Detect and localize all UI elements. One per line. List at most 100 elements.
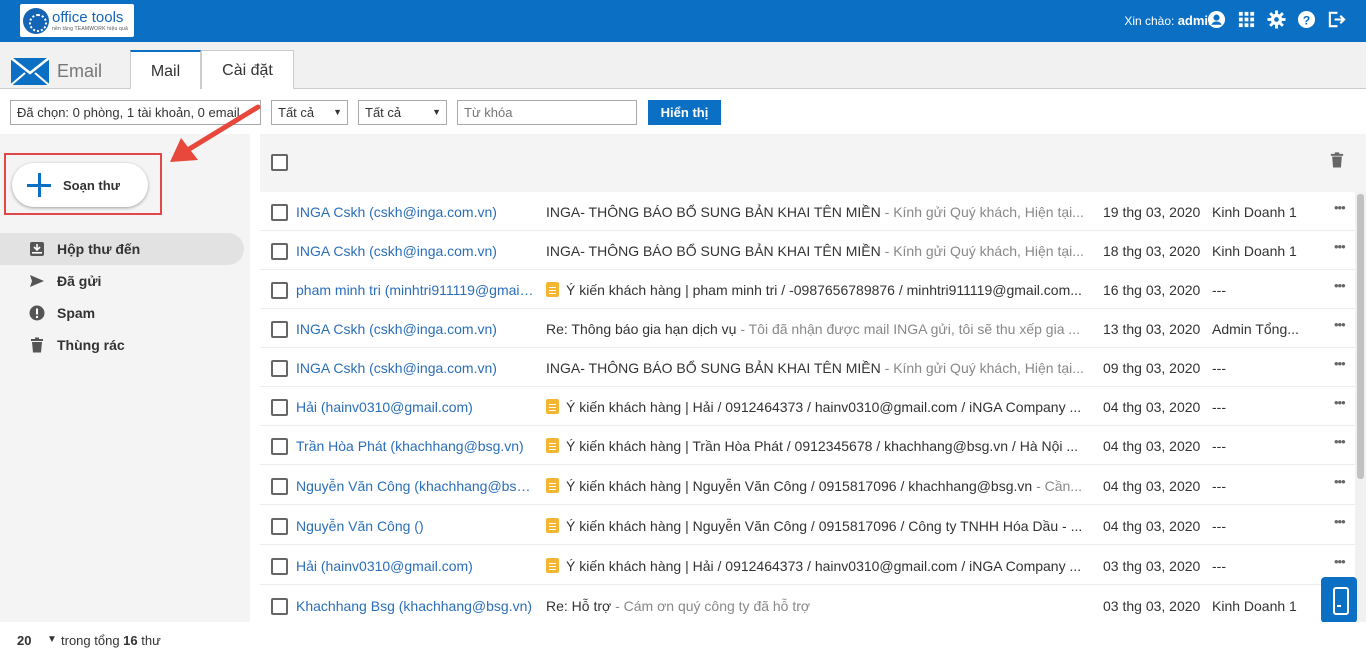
mail-subject[interactable]: Ý kiến khách hàng | Trần Hòa Phát / 0912…	[546, 438, 1084, 454]
row-checkbox[interactable]	[271, 360, 288, 377]
row-checkbox[interactable]	[271, 204, 288, 221]
row-checkbox[interactable]	[271, 321, 288, 338]
mail-subject[interactable]: Re: Thông báo gia hạn dịch vụ - Tôi đã n…	[546, 321, 1084, 337]
row-checkbox[interactable]	[271, 478, 288, 495]
mail-department: Kinh Doanh 1	[1212, 204, 1297, 220]
mail-date: 19 thg 03, 2020	[1103, 204, 1201, 220]
phone-icon[interactable]	[1321, 577, 1357, 623]
mail-subject[interactable]: INGA- THÔNG BÁO BỔ SUNG BẢN KHAI TÊN MIỀ…	[546, 243, 1084, 259]
spam-icon	[29, 305, 45, 321]
keyword-search-input[interactable]	[457, 100, 637, 125]
more-options-icon[interactable]: •••	[1334, 514, 1346, 529]
filter-select-1[interactable]: Tất cả	[271, 100, 348, 125]
mail-subject[interactable]: Ý kiến khách hàng | pham minh tri / -098…	[546, 282, 1084, 298]
sidebar-item-trash[interactable]: Thùng rác	[0, 329, 244, 361]
more-options-icon[interactable]: •••	[1334, 356, 1346, 371]
tab-mail[interactable]: Mail	[130, 50, 201, 90]
mail-sender[interactable]: Nguyễn Văn Công (khachhang@bsg.vn)	[296, 478, 536, 494]
more-options-icon[interactable]: •••	[1334, 474, 1346, 489]
mail-subject[interactable]: INGA- THÔNG BÁO BỔ SUNG BẢN KHAI TÊN MIỀ…	[546, 360, 1084, 376]
table-row[interactable]: Nguyễn Văn Công () Ý kiến khách hàng | Ng…	[260, 506, 1355, 545]
sidebar-item-sent[interactable]: Đã gửi	[0, 265, 244, 297]
table-row[interactable]: INGA Cskh (cskh@inga.com.vn) INGA- THÔNG …	[260, 231, 1355, 270]
gear-icon[interactable]	[1267, 10, 1286, 29]
mail-department: ---	[1212, 518, 1226, 534]
mail-sender[interactable]: INGA Cskh (cskh@inga.com.vn)	[296, 321, 536, 337]
row-checkbox[interactable]	[271, 558, 288, 575]
table-row[interactable]: Hải (hainv0310@gmail.com) Ý kiến khách hà…	[260, 387, 1355, 426]
table-row[interactable]: Nguyễn Văn Công (khachhang@bsg.vn) Ý kiến…	[260, 466, 1355, 505]
mail-sender[interactable]: Khachhang Bsg (khachhang@bsg.vn)	[296, 598, 536, 614]
row-checkbox[interactable]	[271, 243, 288, 260]
mail-list-scrollbar[interactable]	[1355, 192, 1366, 622]
show-button[interactable]: Hiển thị	[648, 100, 721, 125]
module-header: Email Mail Cài đặt	[0, 42, 1366, 90]
mail-subject[interactable]: Ý kiến khách hàng | Hải / 0912464373 / h…	[546, 399, 1084, 415]
more-options-icon[interactable]: •••	[1334, 239, 1346, 254]
mail-department: ---	[1212, 438, 1226, 454]
table-row[interactable]: pham minh tri (minhtri911119@gmail.com) Ý…	[260, 270, 1355, 309]
mail-preview: - Kính gửi Quý khách, Hiện tại...	[880, 204, 1084, 220]
mail-sender[interactable]: INGA Cskh (cskh@inga.com.vn)	[296, 204, 536, 220]
table-row[interactable]: INGA Cskh (cskh@inga.com.vn) Re: Thông bá…	[260, 309, 1355, 348]
more-options-icon[interactable]: •••	[1334, 278, 1346, 293]
mail-sender[interactable]: INGA Cskh (cskh@inga.com.vn)	[296, 360, 536, 376]
select-all-checkbox[interactable]	[271, 154, 288, 171]
mail-subject-text: Ý kiến khách hàng | Trần Hòa Phát / 0912…	[566, 438, 1079, 454]
mail-sender[interactable]: Trần Hòa Phát (khachhang@bsg.vn)	[296, 438, 536, 454]
table-row[interactable]: INGA Cskh (cskh@inga.com.vn) INGA- THÔNG …	[260, 348, 1355, 387]
caret-down-icon[interactable]: ▼	[47, 634, 57, 645]
tab-settings[interactable]: Cài đặt	[201, 50, 294, 90]
more-options-icon[interactable]: •••	[1334, 200, 1346, 215]
mail-date: 03 thg 03, 2020	[1103, 558, 1201, 574]
delete-icon[interactable]	[1330, 152, 1344, 171]
scrollbar-thumb[interactable]	[1357, 194, 1364, 479]
row-checkbox[interactable]	[271, 399, 288, 416]
compose-button[interactable]: Soạn thư	[12, 163, 148, 207]
mail-date: 03 thg 03, 2020	[1103, 598, 1201, 614]
row-checkbox[interactable]	[271, 438, 288, 455]
mail-subject-text: Ý kiến khách hàng | Hải / 0912464373 / h…	[566, 558, 1082, 574]
table-row[interactable]: Khachhang Bsg (khachhang@bsg.vn) Re: Hỗ t…	[260, 586, 1355, 622]
mail-preview: - Tôi đã nhận được mail INGA gửi, tôi sẽ…	[736, 321, 1081, 337]
table-row[interactable]: INGA Cskh (cskh@inga.com.vn) INGA- THÔNG …	[260, 192, 1355, 231]
selection-summary-field[interactable]: Đã chọn: 0 phòng, 1 tài khoản, 0 email	[10, 100, 261, 125]
mail-subject[interactable]: Ý kiến khách hàng | Nguyễn Văn Công / 09…	[546, 478, 1084, 494]
mail-sender[interactable]: Hải (hainv0310@gmail.com)	[296, 399, 536, 415]
row-checkbox[interactable]	[271, 282, 288, 299]
mail-date: 04 thg 03, 2020	[1103, 518, 1201, 534]
clipboard-note-icon	[546, 399, 559, 414]
mail-sender[interactable]: Hải (hainv0310@gmail.com)	[296, 558, 536, 574]
mail-subject[interactable]: Ý kiến khách hàng | Hải / 0912464373 / h…	[546, 558, 1084, 574]
mail-date: 13 thg 03, 2020	[1103, 321, 1201, 337]
page-size-select[interactable]: 20	[17, 633, 31, 648]
filter-select-2[interactable]: Tất cả	[358, 100, 447, 125]
mail-department: Kinh Doanh 1	[1212, 598, 1297, 614]
more-options-icon[interactable]: •••	[1334, 554, 1346, 569]
row-checkbox[interactable]	[271, 518, 288, 535]
mail-sender[interactable]: Nguyễn Văn Công ()	[296, 518, 536, 534]
sidebar-item-spam[interactable]: Spam	[0, 297, 244, 329]
mail-sender[interactable]: INGA Cskh (cskh@inga.com.vn)	[296, 243, 536, 259]
mail-sender[interactable]: pham minh tri (minhtri911119@gmail.com)	[296, 282, 536, 298]
office-tools-logo[interactable]: office tools nền tảng TEAMWORK hiệu quả	[20, 4, 134, 37]
help-icon[interactable]: ?	[1297, 10, 1316, 29]
more-options-icon[interactable]: •••	[1334, 395, 1346, 410]
table-row[interactable]: Hải (hainv0310@gmail.com) Ý kiến khách hà…	[260, 546, 1355, 585]
mail-subject[interactable]: INGA- THÔNG BÁO BỔ SUNG BẢN KHAI TÊN MIỀ…	[546, 204, 1084, 220]
sidebar-item-inbox[interactable]: Hộp thư đến	[0, 233, 244, 265]
apps-grid-icon[interactable]	[1237, 10, 1256, 29]
mail-subject-text: Re: Thông báo gia hạn dịch vụ	[546, 321, 737, 337]
user-circle-icon[interactable]	[1207, 10, 1226, 29]
row-checkbox[interactable]	[271, 598, 288, 615]
table-row[interactable]: Trần Hòa Phát (khachhang@bsg.vn) Ý kiến k…	[260, 426, 1355, 465]
more-options-icon[interactable]: •••	[1334, 317, 1346, 332]
more-options-icon[interactable]: •••	[1334, 434, 1346, 449]
mail-department: ---	[1212, 282, 1226, 298]
mail-department: ---	[1212, 360, 1226, 376]
sidebar-item-label: Hộp thư đến	[57, 241, 141, 257]
mail-subject[interactable]: Re: Hỗ trợ - Cám ơn quý công ty đã hỗ tr…	[546, 598, 1084, 614]
trash-icon	[29, 337, 45, 353]
mail-subject[interactable]: Ý kiến khách hàng | Nguyễn Văn Công / 09…	[546, 518, 1084, 534]
logout-icon[interactable]	[1327, 10, 1346, 29]
